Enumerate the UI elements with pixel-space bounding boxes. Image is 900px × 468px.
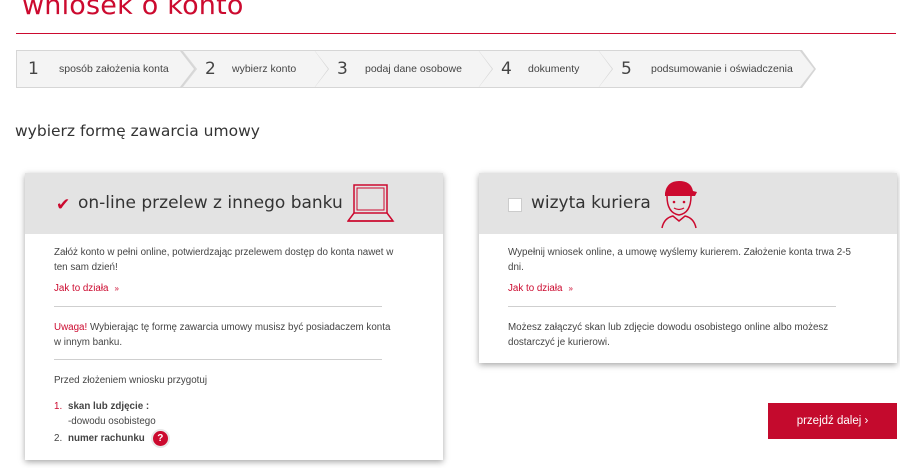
- step-label: podaj dane osobowe: [365, 63, 462, 75]
- card-note: Możesz załączyć skan lub zdjęcie dowodu …: [508, 322, 829, 348]
- howto-label: Jak to działa: [54, 283, 109, 294]
- step-number: 3: [337, 59, 348, 79]
- step-label: podsumowanie i oświadczenia: [651, 63, 793, 75]
- step-label: wybierz konto: [232, 63, 297, 75]
- prepare-list-item: 2. numer rachunku?: [54, 429, 354, 448]
- step-3: 3 podaj dane osobowe: [315, 51, 500, 87]
- step-label: dokumenty: [528, 63, 580, 75]
- prepare-heading: Przed złożeniem wniosku przygotuj: [54, 375, 208, 386]
- divider: [54, 306, 382, 307]
- divider: [54, 359, 382, 360]
- divider: [508, 306, 836, 307]
- card-header[interactable]: wizyta kuriera: [479, 173, 897, 234]
- list-item-title: skan lub zdjęcie :: [68, 401, 150, 412]
- step-number: 2: [205, 59, 216, 79]
- step-number: 4: [501, 59, 512, 79]
- option-card-online[interactable]: ✔ on-line przelew z innego banku Załóż k…: [25, 173, 443, 460]
- step-2: 2 wybierz konto: [183, 51, 342, 87]
- online-checkbox[interactable]: ✔: [54, 195, 71, 214]
- title-divider: [16, 33, 896, 34]
- howto-label: Jak to działa: [508, 283, 563, 294]
- chevron-down-icon: »: [568, 284, 573, 293]
- section-subtitle: wybierz formę zawarcia umowy: [15, 122, 260, 140]
- step-5: 5 podsumowanie i oświadczenia: [599, 51, 814, 87]
- card-description: Załóż konto w pełni online, potwierdzają…: [54, 247, 394, 273]
- option-card-courier[interactable]: wizyta kuriera Wypełnij wniosek online, …: [479, 173, 897, 363]
- card-title: on-line przelew z innego banku: [78, 193, 343, 213]
- list-number: 2.: [54, 433, 63, 445]
- prepare-list-item: 1. skan lub zdjęcie : -dowodu osobistego: [54, 399, 354, 429]
- howto-link[interactable]: Jak to działa »: [54, 283, 119, 294]
- warning-label: Uwaga!: [54, 322, 88, 333]
- next-button[interactable]: przejdź dalej ›: [768, 403, 897, 439]
- warning-text: Uwaga! Wybierając tę formę zawarcia umow…: [54, 320, 394, 350]
- step-number: 1: [28, 59, 39, 79]
- help-icon[interactable]: ?: [150, 429, 170, 448]
- list-item-title: numer rachunku: [68, 433, 145, 445]
- list-number: 1.: [54, 401, 63, 412]
- step-label: sposób założenia konta: [59, 63, 169, 75]
- chevron-down-icon: »: [114, 284, 119, 293]
- card-description: Wypełnij wniosek online, a umowę wyślemy…: [508, 247, 851, 273]
- checkmark-icon: ✔: [56, 195, 71, 214]
- step-number: 5: [621, 59, 632, 79]
- step-1: 1 sposób założenia konta: [17, 51, 194, 87]
- list-item-sub: -dowodu osobistego: [68, 416, 156, 427]
- card-title: wizyta kuriera: [531, 193, 651, 213]
- progress-steps: 1 sposób założenia konta 2 wybierz konto…: [16, 50, 826, 88]
- courier-checkbox[interactable]: [508, 198, 522, 212]
- laptop-icon: [347, 184, 395, 222]
- howto-link[interactable]: Jak to działa »: [508, 283, 573, 294]
- step-4: 4 dokumenty: [479, 51, 616, 87]
- courier-icon: [661, 181, 697, 229]
- warning-body: Wybierając tę formę zawarcia umowy musis…: [54, 322, 391, 348]
- page-title: wniosek o konto: [22, 0, 244, 21]
- card-header[interactable]: ✔ on-line przelew z innego banku: [25, 173, 443, 234]
